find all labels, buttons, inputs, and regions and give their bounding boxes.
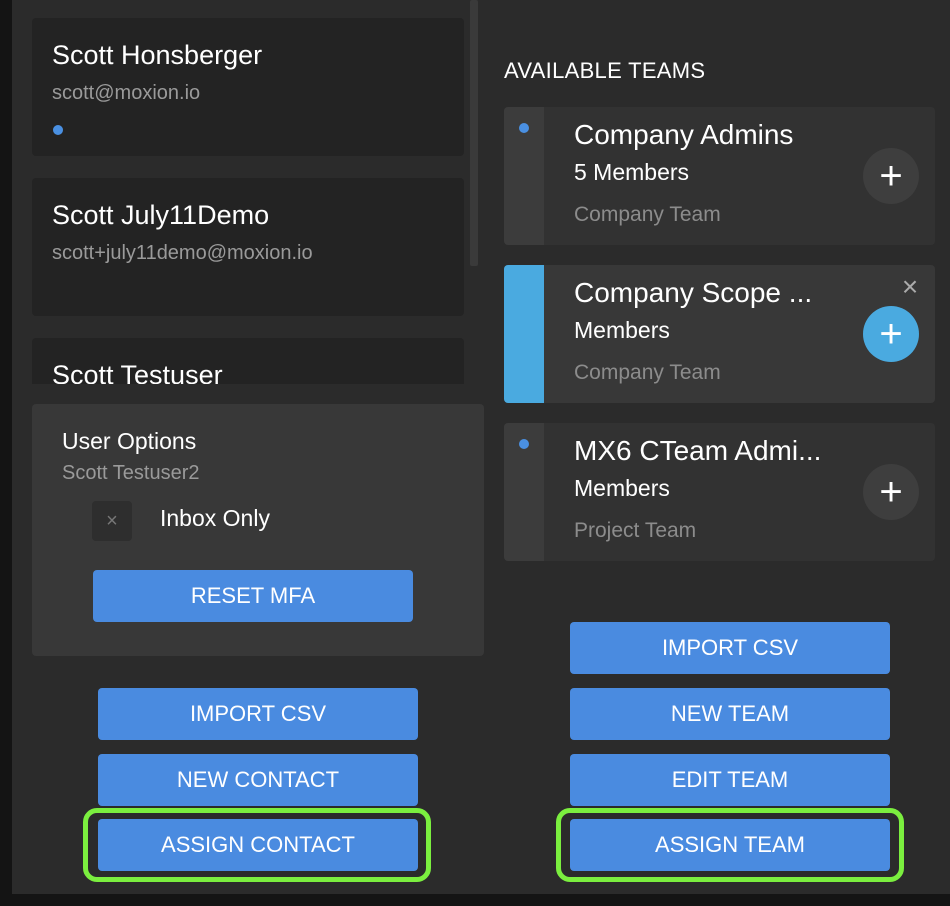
contact-email: scott@moxion.io bbox=[52, 82, 201, 104]
unread-indicator-icon bbox=[519, 123, 529, 133]
add-team-plus-icon[interactable]: + bbox=[863, 306, 919, 362]
checkbox-x-icon: × bbox=[106, 509, 118, 532]
add-team-plus-icon[interactable]: + bbox=[863, 148, 919, 204]
team-card-strip bbox=[504, 265, 544, 403]
reset-mfa-button[interactable]: RESET MFA bbox=[93, 570, 413, 622]
team-type: Company Team bbox=[574, 203, 721, 226]
unread-indicator-icon bbox=[519, 439, 529, 449]
new-team-button[interactable]: NEW TEAM bbox=[570, 688, 890, 740]
team-members: Members bbox=[574, 317, 670, 343]
team-type: Project Team bbox=[574, 519, 697, 542]
team-members: Members bbox=[574, 475, 670, 501]
new-contact-button[interactable]: NEW CONTACT bbox=[98, 754, 418, 806]
contact-list-scrollbar[interactable] bbox=[470, 0, 478, 266]
team-name: Company Admins bbox=[574, 119, 794, 150]
contact-card[interactable]: Scott Testuser bbox=[32, 338, 464, 384]
window-edge bbox=[0, 0, 12, 906]
assign-contact-button[interactable]: ASSIGN CONTACT bbox=[98, 819, 418, 871]
user-options-panel: User Options Scott Testuser2 × Inbox Onl… bbox=[32, 404, 484, 656]
app-window: Scott Honsberger scott@moxion.io Scott J… bbox=[0, 0, 950, 894]
add-team-plus-icon[interactable]: + bbox=[863, 464, 919, 520]
contact-card[interactable]: Scott Honsberger scott@moxion.io bbox=[32, 18, 464, 156]
edit-team-button[interactable]: EDIT TEAM bbox=[570, 754, 890, 806]
team-card[interactable]: Company Admins 5 Members Company Team + bbox=[504, 107, 935, 245]
available-teams-title: AVAILABLE TEAMS bbox=[504, 58, 706, 83]
team-card-strip bbox=[504, 107, 544, 245]
assign-team-button[interactable]: ASSIGN TEAM bbox=[570, 819, 890, 871]
import-csv-contacts-button[interactable]: IMPORT CSV bbox=[98, 688, 418, 740]
contact-email: scott+july11demo@moxion.io bbox=[52, 242, 313, 264]
team-name: MX6 CTeam Admi... bbox=[574, 435, 822, 466]
window-bottom-edge bbox=[0, 894, 950, 906]
team-name: Company Scope ... bbox=[574, 277, 813, 308]
inbox-only-checkbox[interactable]: × bbox=[92, 501, 132, 541]
team-card-selected[interactable]: Company Scope ... Members Company Team ×… bbox=[504, 265, 935, 403]
contact-list: Scott Honsberger scott@moxion.io Scott J… bbox=[32, 0, 464, 384]
team-members: 5 Members bbox=[574, 159, 690, 185]
user-options-title: User Options bbox=[62, 428, 197, 454]
contact-name: Scott Honsberger bbox=[52, 40, 263, 70]
import-csv-teams-button[interactable]: IMPORT CSV bbox=[570, 622, 890, 674]
user-options-subtitle: Scott Testuser2 bbox=[62, 462, 200, 484]
unread-indicator-icon bbox=[53, 125, 63, 135]
contact-name: Scott Testuser bbox=[52, 360, 223, 384]
team-card-strip bbox=[504, 423, 544, 561]
close-icon[interactable]: × bbox=[898, 273, 922, 301]
inbox-only-label: Inbox Only bbox=[160, 505, 270, 531]
team-type: Company Team bbox=[574, 361, 721, 384]
contact-card[interactable]: Scott July11Demo scott+july11demo@moxion… bbox=[32, 178, 464, 316]
team-card[interactable]: MX6 CTeam Admi... Members Project Team + bbox=[504, 423, 935, 561]
contact-name: Scott July11Demo bbox=[52, 200, 270, 230]
